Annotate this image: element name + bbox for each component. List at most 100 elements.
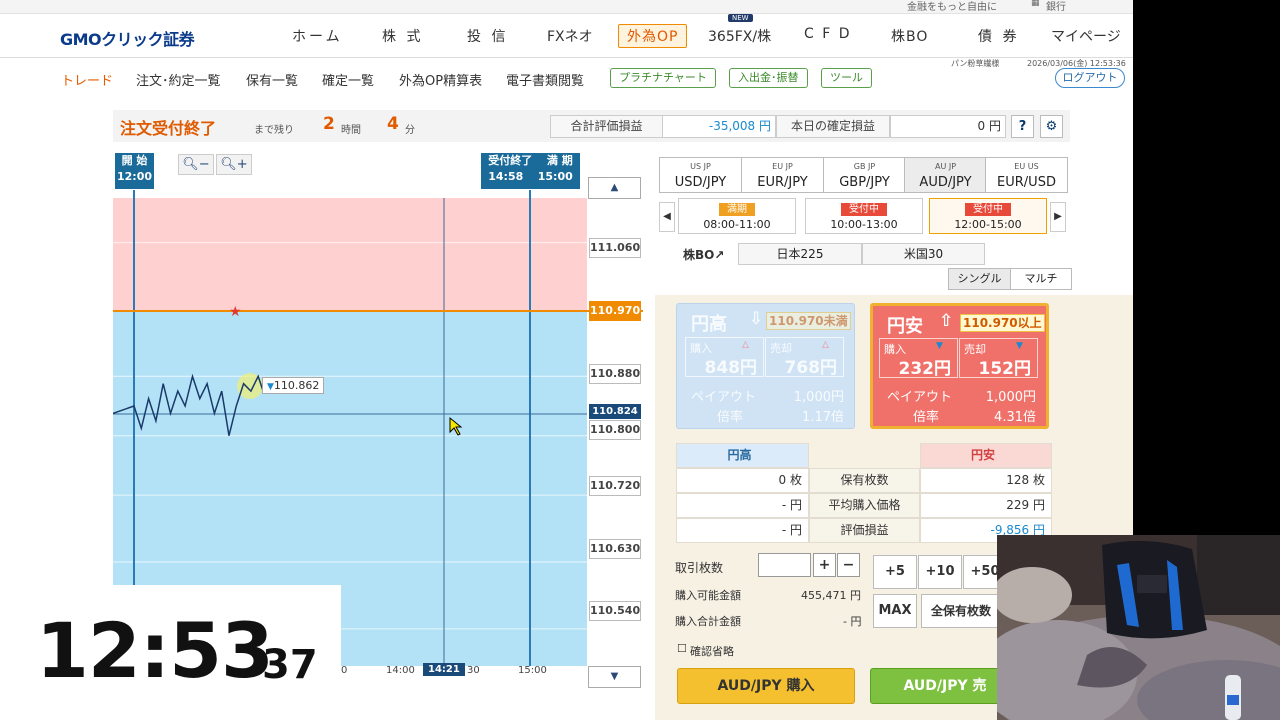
- mode-multi[interactable]: マルチ: [1010, 268, 1072, 290]
- session-1[interactable]: 満期 08:00-11:00: [678, 198, 796, 234]
- pair-eurjpy[interactable]: EU JP EUR/JPY: [741, 157, 824, 193]
- qty-plus-button[interactable]: +: [813, 553, 836, 577]
- scroll-up-button[interactable]: ▲: [588, 177, 641, 199]
- sell-price-box[interactable]: 売却 ▼ 152円: [959, 338, 1038, 379]
- cell-label: 平均購入価格: [809, 493, 920, 518]
- session-2[interactable]: 受付中 10:00-13:00: [805, 198, 923, 234]
- pair-usdjpy[interactable]: US JP USD/JPY: [659, 157, 742, 193]
- pair-eurusd[interactable]: EU US EUR/USD: [985, 157, 1068, 193]
- card-name: 円安: [887, 316, 923, 337]
- session-prev-button[interactable]: ◀: [659, 202, 675, 232]
- remaining-label: まで残り: [254, 125, 294, 136]
- kabubo-link[interactable]: 株BO↗: [683, 246, 724, 263]
- buy-price-box[interactable]: 購入 △ 848円: [685, 337, 764, 378]
- gear-icon[interactable]: ⚙: [1040, 115, 1063, 138]
- table-row: - 円 評価損益 -9,856 円: [676, 518, 1052, 543]
- subnav-settled[interactable]: 確定一覧: [322, 70, 374, 89]
- yen-high-card[interactable]: 円高 ⇩ 110.970未満 購入 △ 848円 売却 △ 768円 ペイアウト 1,00…: [676, 303, 855, 429]
- x-tick: 30: [467, 665, 480, 676]
- stream-clock: 12:53 37: [0, 585, 341, 720]
- all-holdings-button[interactable]: 全保有枚数: [921, 594, 1001, 628]
- up-triangle-icon: △: [742, 340, 749, 350]
- sell-price: 152円: [978, 359, 1032, 379]
- pair-label: USD/JPY: [674, 175, 727, 190]
- gmo-logo[interactable]: GMOクリック証券: [60, 26, 195, 50]
- start-label: 開 始: [121, 154, 148, 167]
- last-price-label: ▼110.862: [262, 377, 324, 394]
- col-yen-high: 円高: [676, 443, 809, 468]
- pair-label: EUR/JPY: [757, 175, 808, 190]
- down-triangle-icon: ▼: [267, 382, 274, 392]
- card-strike: 110.970以上: [960, 314, 1045, 332]
- skip-confirm-checkbox[interactable]: ☐: [677, 642, 687, 655]
- zoom-out-icon[interactable]: 🔍︎−: [178, 154, 214, 175]
- status-bar: 注文受付終了 まで残り 2 時間 4 分 合計評価損益 -35,008 円 本日…: [113, 110, 1070, 142]
- subnav-trade[interactable]: トレード: [61, 70, 113, 89]
- subnav-orders[interactable]: 注文･約定一覧: [136, 70, 221, 89]
- nav-bonds[interactable]: 債 券: [978, 26, 1019, 46]
- index-nikkei[interactable]: 日本225: [738, 243, 862, 265]
- yen-low-card[interactable]: 円安 ⇧ 110.970以上 購入 ▼ 232円 売却 ▼ 152円 ペイアウト 1,00…: [870, 303, 1049, 429]
- username: パン粉草繊様: [951, 59, 1000, 68]
- sell-price-box[interactable]: 売却 △ 768円: [765, 337, 844, 378]
- clock-hm: 12:53: [36, 606, 274, 695]
- logout-button[interactable]: ログアウト: [1055, 68, 1125, 88]
- step-10-button[interactable]: +10: [918, 555, 962, 589]
- nav-fxop[interactable]: 外為OP: [618, 24, 688, 48]
- bank-link[interactable]: 銀行: [1046, 0, 1066, 13]
- scroll-down-button[interactable]: ▼: [588, 666, 641, 688]
- down-arrow-icon: ⇩: [749, 309, 764, 329]
- zoom-in-icon[interactable]: 🔍︎+: [216, 154, 252, 175]
- pair-audjpy[interactable]: AU JP AUD/JPY: [904, 157, 987, 193]
- qty-input[interactable]: [758, 553, 811, 577]
- remaining-minutes: 4: [387, 114, 399, 134]
- session-3[interactable]: 受付中 12:00-15:00: [929, 198, 1047, 234]
- qty-minus-button[interactable]: −: [837, 553, 860, 577]
- index-us30[interactable]: 米国30: [862, 243, 985, 265]
- col-yen-low: 円安: [920, 443, 1052, 468]
- table-header: 円高 円安: [676, 443, 1052, 468]
- pair-gbpjpy[interactable]: GB JP GBP/JPY: [823, 157, 906, 193]
- nav-funds[interactable]: 投 信: [467, 26, 508, 46]
- y-tick: 110.880: [589, 364, 641, 384]
- nav-home[interactable]: ホーム: [292, 26, 343, 46]
- nav-cfd[interactable]: C F D: [804, 26, 852, 42]
- flags-icon: EU US: [1014, 162, 1039, 171]
- x-tick: 15:00: [518, 665, 547, 676]
- step-5-button[interactable]: +5: [873, 555, 917, 589]
- nav-stocks[interactable]: 株 式: [382, 26, 423, 46]
- buy-yen-high-button[interactable]: AUD/JPY 購入: [677, 668, 855, 704]
- cell-left: - 円: [676, 518, 809, 543]
- down-triangle-icon: ▼: [1016, 341, 1023, 351]
- ratio-value: 4.31倍: [994, 410, 1036, 425]
- pair-label: EUR/USD: [997, 175, 1056, 190]
- close-expiry-marker: 受付終了 満 期 14:58 15:00: [481, 153, 580, 189]
- clock-seconds: 37: [262, 642, 318, 688]
- help-button[interactable]: ?: [1011, 115, 1034, 138]
- strike-price-tag: 110.970: [589, 301, 641, 321]
- close-time: 14:58: [488, 170, 524, 183]
- buy-price-box[interactable]: 購入 ▼ 232円: [879, 338, 958, 379]
- max-button[interactable]: MAX: [873, 594, 917, 628]
- subnav-statement[interactable]: 外為OP精算表: [399, 70, 482, 89]
- expiry-label: 満 期: [546, 154, 573, 167]
- expiry-time: 15:00: [537, 170, 573, 183]
- nav-365fx[interactable]: 365FX/株: [708, 26, 771, 46]
- nav-kabubo[interactable]: 株BO: [891, 26, 928, 46]
- up-triangle-icon: △: [822, 340, 829, 350]
- nav-mypage[interactable]: マイページ: [1051, 26, 1121, 46]
- last-price-value: 110.862: [273, 379, 320, 392]
- today-pl-value: 0 円: [890, 115, 1006, 138]
- tools-button[interactable]: ツール: [821, 68, 872, 88]
- pair-label: GBP/JPY: [839, 175, 890, 190]
- subnav-documents[interactable]: 電子書類閲覧: [506, 70, 584, 89]
- mode-single[interactable]: シングル: [948, 268, 1011, 290]
- table-row: 0 枚 保有枚数 128 枚: [676, 468, 1052, 493]
- nav-fxneo[interactable]: FXネオ: [547, 26, 593, 46]
- platinum-chart-button[interactable]: プラチナチャート: [610, 68, 716, 88]
- y-tick: 110.720: [589, 476, 641, 496]
- ratio-label: 倍率: [717, 410, 744, 425]
- deposit-button[interactable]: 入出金･振替: [729, 68, 808, 88]
- session-next-button[interactable]: ▶: [1050, 202, 1066, 232]
- subnav-holdings[interactable]: 保有一覧: [246, 70, 298, 89]
